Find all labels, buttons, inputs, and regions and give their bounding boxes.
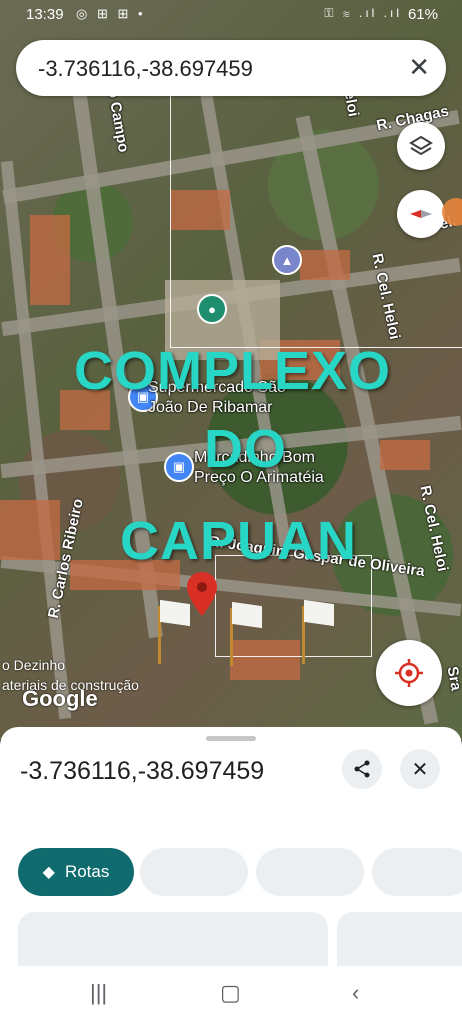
compass-button[interactable] xyxy=(397,190,445,238)
system-nav-bar: ||| ▢ ‹ xyxy=(0,966,462,1024)
flag-icon-2 xyxy=(228,601,264,666)
action-chip-2[interactable] xyxy=(140,848,248,896)
drag-handle[interactable] xyxy=(206,736,256,741)
directions-icon: ◆ xyxy=(42,864,55,881)
search-bar[interactable]: -3.736116,-38.697459 ✕ xyxy=(16,40,446,96)
share-button[interactable] xyxy=(342,749,382,789)
directions-button[interactable]: ◆ Rotas xyxy=(18,848,134,896)
profile-avatar[interactable] xyxy=(442,198,462,226)
place-pin-icon[interactable]: ● xyxy=(197,294,227,324)
poi-dezinho: o Dezinho xyxy=(2,657,66,673)
close-icon: ✕ xyxy=(411,758,429,781)
status-time: 13:39 xyxy=(26,6,64,23)
layers-icon xyxy=(409,135,433,156)
flag-icon-3 xyxy=(300,599,336,664)
shopping-cart-icon-2[interactable]: ▣ xyxy=(164,452,194,482)
google-logo: Google xyxy=(22,686,98,711)
layers-button[interactable] xyxy=(397,122,445,170)
signal-icons: ⚿ ≋ .ıl .ıl xyxy=(324,6,402,20)
overlay-text-line-1: COMPLEXO xyxy=(74,341,392,401)
place-coordinates: -3.736116,-38.697459 xyxy=(20,757,265,785)
my-location-button[interactable] xyxy=(376,640,442,706)
school-pin-icon[interactable]: ▲ xyxy=(272,245,302,275)
battery-level: 61% xyxy=(407,6,438,23)
compass-icon xyxy=(410,210,432,218)
street-label-campo: o Campo xyxy=(104,87,133,154)
home-icon[interactable]: ▢ xyxy=(220,980,241,1006)
overlay-text-line-3: CAPUAN xyxy=(120,511,358,571)
back-icon[interactable]: ‹ xyxy=(352,980,359,1006)
close-sheet-button[interactable]: ✕ xyxy=(400,749,440,789)
info-card-2[interactable] xyxy=(337,912,462,972)
dropped-pin-icon[interactable] xyxy=(187,572,217,616)
clear-search-button[interactable]: ✕ xyxy=(408,52,430,83)
my-location-icon xyxy=(395,659,423,687)
status-bar: 13:39 ◎ ⊞ ⊞ • ⚿ ≋ .ıl .ıl 61% xyxy=(0,0,462,30)
overlay-text-line-2: DO xyxy=(204,419,287,479)
action-chip-4[interactable] xyxy=(372,848,462,896)
action-chip-3[interactable] xyxy=(256,848,364,896)
info-card[interactable] xyxy=(18,912,328,972)
recents-icon[interactable]: ||| xyxy=(90,980,107,1006)
notification-icons: ◎ ⊞ ⊞ • xyxy=(76,6,146,21)
street-label-sra: Sra xyxy=(443,665,462,692)
directions-label: Rotas xyxy=(64,862,110,881)
share-icon xyxy=(354,760,370,778)
search-query[interactable]: -3.736116,-38.697459 xyxy=(38,56,253,82)
satellite-map[interactable]: o Campo R. Chagas Heloi R. Cel. R. Cel. … xyxy=(0,0,462,740)
street-label-cel-heloi-2: R. Cel. Heloi xyxy=(416,483,452,574)
